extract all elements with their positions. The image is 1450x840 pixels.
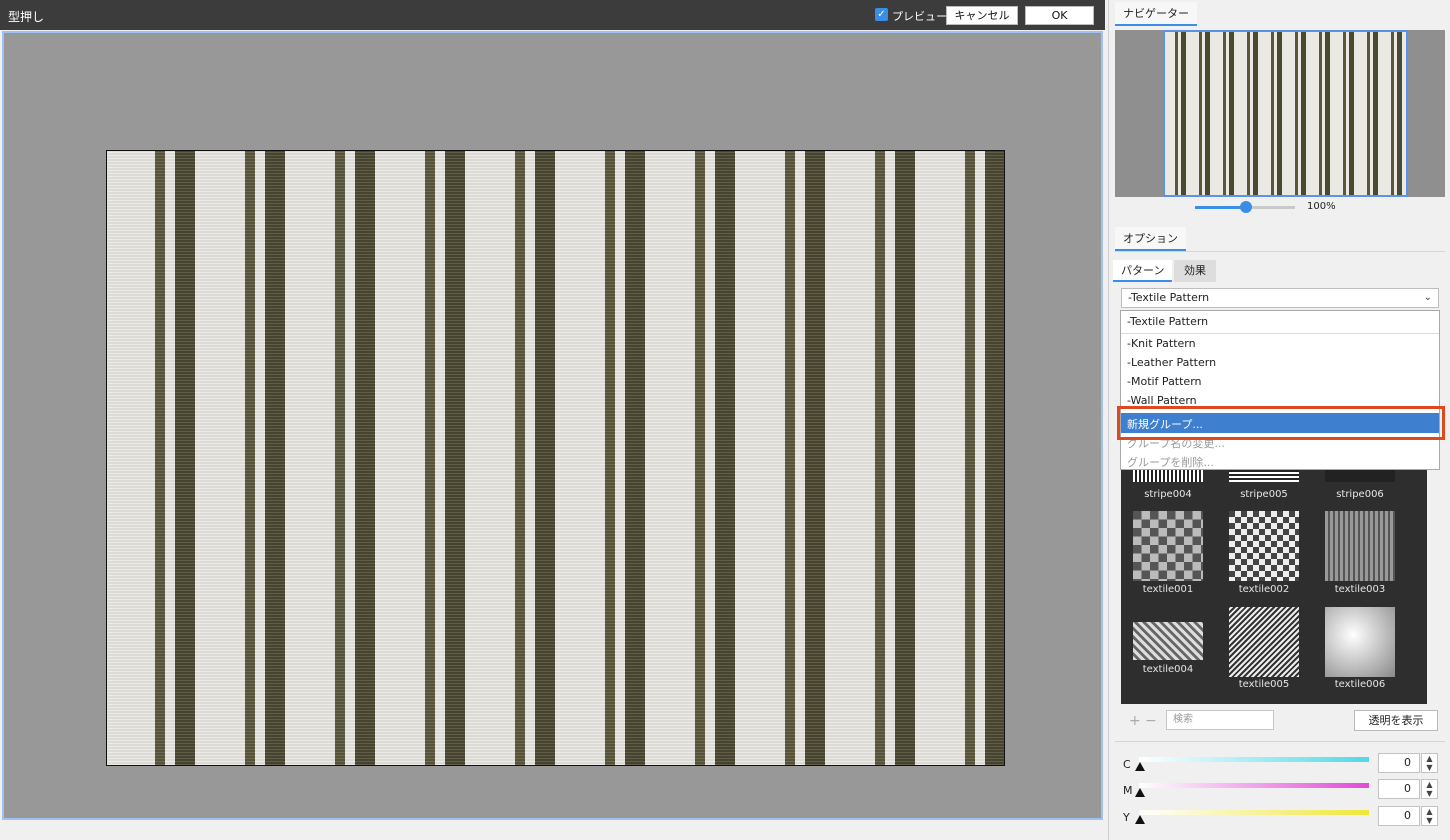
thumbnail-label: stripe006 (1336, 489, 1384, 500)
show-transparent-button[interactable]: 透明を表示 (1354, 710, 1438, 731)
thumbnail-label: textile001 (1142, 584, 1194, 595)
group-dropdown-list: -Textile Pattern -Knit Pattern -Leather … (1117, 310, 1445, 470)
thumbnail-textile004[interactable] (1133, 622, 1203, 660)
thumbnail-textile003[interactable] (1325, 511, 1395, 581)
window-title: 型押し (8, 10, 45, 24)
editor-main: 型押し ✓ プレビュー キャンセル OK (0, 0, 1105, 840)
m-slider-handle[interactable] (1135, 788, 1145, 797)
annotation-highlight-box (1117, 406, 1445, 440)
y-slider-handle[interactable] (1135, 815, 1145, 824)
pattern-grid[interactable]: stripe004 stripe005 stripe006 textile001… (1121, 450, 1427, 704)
tab-navigator[interactable]: ナビゲーター (1115, 2, 1197, 26)
dropdown-item[interactable]: -Textile Pattern (1127, 315, 1208, 328)
thumbnail-label: textile006 (1334, 679, 1386, 690)
canvas-area[interactable] (2, 31, 1103, 820)
tab-pattern[interactable]: パターン (1113, 260, 1173, 282)
zoom-slider-handle[interactable] (1240, 201, 1252, 213)
y-slider[interactable] (1139, 810, 1369, 815)
dropdown-item[interactable]: -Leather Pattern (1127, 356, 1216, 369)
chevron-down-icon: ⌄ (1423, 292, 1432, 303)
m-label: M (1123, 784, 1133, 797)
c-slider-handle[interactable] (1135, 762, 1145, 771)
ok-button[interactable]: OK (1025, 6, 1094, 25)
side-panel: ナビゲーター 100% オプション パターン 効果 -Textile Patte… (1108, 0, 1450, 840)
preview-checkbox[interactable]: ✓ (875, 8, 888, 21)
c-slider[interactable] (1139, 757, 1369, 762)
thumbnail-label: stripe005 (1240, 489, 1288, 500)
divider (1115, 251, 1445, 252)
y-spinner[interactable]: ▲ ▼ (1421, 806, 1438, 826)
dropdown-item[interactable]: -Knit Pattern (1127, 337, 1196, 350)
thumbnail-label: stripe004 (1144, 489, 1192, 500)
thumbnail-label: textile002 (1238, 584, 1290, 595)
thumbnail-textile005[interactable] (1229, 607, 1299, 677)
group-select[interactable]: -Textile Pattern ⌄ (1121, 288, 1439, 308)
m-value-field[interactable]: 0 (1378, 779, 1420, 799)
thumbnail-label: textile004 (1142, 664, 1194, 675)
dropdown-item[interactable]: -Motif Pattern (1127, 375, 1202, 388)
tab-options[interactable]: オプション (1115, 227, 1186, 251)
add-icon[interactable]: + (1129, 713, 1141, 729)
divider (1115, 741, 1445, 742)
pattern-preview-canvas[interactable] (106, 150, 1005, 766)
navigator-viewport[interactable] (1163, 30, 1408, 197)
zoom-value: 100% (1307, 201, 1336, 212)
m-spinner[interactable]: ▲ ▼ (1421, 779, 1438, 799)
search-input[interactable]: 検索 (1166, 710, 1274, 730)
c-value-field[interactable]: 0 (1378, 753, 1420, 773)
c-spinner[interactable]: ▲ ▼ (1421, 753, 1438, 773)
preview-label[interactable]: プレビュー (892, 8, 947, 24)
navigator-view[interactable] (1115, 30, 1445, 197)
thumbnail-textile002[interactable] (1229, 511, 1299, 581)
title-bar: 型押し ✓ プレビュー キャンセル OK (0, 0, 1105, 30)
y-label: Y (1123, 811, 1130, 824)
status-bar (0, 820, 1105, 840)
group-select-value: -Textile Pattern (1128, 291, 1210, 304)
thumbnail-label: textile003 (1334, 584, 1386, 595)
dropdown-item-delete-group: グループを削除... (1127, 456, 1214, 469)
divider (1121, 333, 1439, 334)
m-slider[interactable] (1139, 783, 1369, 788)
tab-effect[interactable]: 効果 (1174, 260, 1216, 282)
c-label: C (1123, 758, 1131, 771)
cancel-button[interactable]: キャンセル (946, 6, 1018, 25)
thumbnail-label: textile005 (1238, 679, 1290, 690)
thumbnail-textile006[interactable] (1325, 607, 1395, 677)
remove-icon[interactable]: − (1145, 713, 1157, 729)
y-value-field[interactable]: 0 (1378, 806, 1420, 826)
thumbnail-textile001[interactable] (1133, 511, 1203, 581)
